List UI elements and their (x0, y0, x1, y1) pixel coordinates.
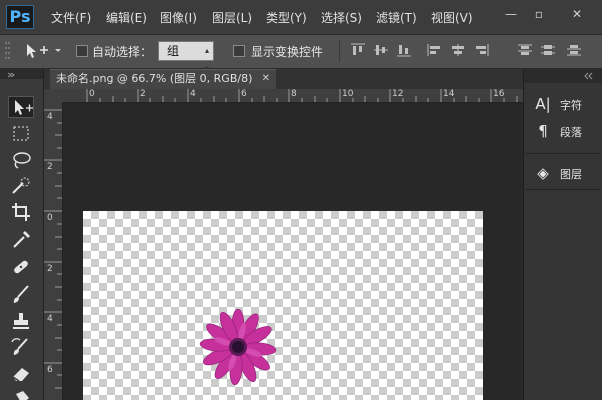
flower-image[interactable] (196, 308, 282, 393)
ruler-tick-label: 2 (47, 162, 53, 172)
menu-select[interactable]: 选择(S) (321, 9, 362, 26)
ruler-tick-label: 6 (47, 365, 53, 375)
grip-icon (4, 40, 12, 62)
menu-type[interactable]: 类型(Y) (266, 9, 307, 26)
ruler-tick-label: 4 (190, 89, 196, 99)
ruler-tick-label: 10 (342, 89, 354, 99)
menu-view[interactable]: 视图(V) (431, 9, 473, 26)
menu-edit[interactable]: 编辑(E) (106, 9, 147, 26)
panel-layers-label: 图层 (560, 168, 582, 181)
panel-separator (526, 153, 600, 154)
options-divider (339, 40, 340, 62)
tab-close-icon[interactable]: ✕ (262, 70, 270, 88)
auto-select-dropdown[interactable]: 组 ▴▾ (158, 41, 214, 73)
menu-layer[interactable]: 图层(L) (212, 9, 252, 26)
distribute-top-icon[interactable] (517, 43, 533, 57)
healing-brush-tool-icon[interactable] (8, 256, 34, 278)
distribute-vertical-center-icon[interactable] (540, 43, 556, 57)
document-canvas[interactable] (83, 211, 483, 400)
auto-select-value: 组 (167, 44, 180, 58)
quick-selection-tool-icon[interactable] (8, 175, 34, 197)
ruler-tick-label: 8 (291, 89, 297, 99)
close-button[interactable]: ✕ (566, 6, 588, 22)
show-transform-label: 显示变换控件 (251, 45, 324, 59)
panel-dock-header (524, 69, 602, 83)
panel-dock (523, 69, 602, 400)
horizontal-ruler: 0 2 4 6 8 10 12 14 16 (62, 89, 523, 103)
align-right-icon[interactable] (473, 43, 489, 57)
menu-image[interactable]: 图像(I) (160, 9, 197, 26)
app-logo: Ps (6, 5, 34, 29)
menu-file[interactable]: 文件(F) (51, 9, 91, 26)
paragraph-icon: ¶ (538, 122, 548, 140)
layers-icon: ◈ (537, 164, 549, 182)
panel-separator (526, 189, 600, 190)
ruler-tick-label: 6 (241, 89, 247, 99)
paint-bucket-tool-icon[interactable] (8, 388, 34, 400)
character-icon: A| (535, 95, 551, 113)
auto-select-label: 自动选择： (92, 45, 153, 59)
panel-character[interactable]: A| 字符 (530, 93, 598, 115)
ruler-tick-label: 12 (392, 89, 404, 99)
ruler-tick-label: 0 (89, 89, 95, 99)
ruler-tick-label: 4 (47, 314, 53, 324)
ruler-tick-label: 2 (140, 89, 146, 99)
panel-paragraph-label: 段落 (560, 126, 582, 139)
align-horizontal-center-icon[interactable] (450, 43, 466, 57)
align-bottom-icon[interactable] (396, 43, 412, 57)
document-tab[interactable]: 未命名.png @ 66.7% (图层 0, RGB/8) ✕ (50, 69, 276, 89)
brush-tool-icon[interactable] (8, 283, 34, 305)
ruler-corner (44, 89, 62, 102)
move-tool-icon[interactable] (8, 96, 34, 118)
ruler-tick-label: 2 (47, 264, 53, 274)
vertical-ruler: 4 2 0 2 4 6 (44, 102, 63, 400)
tools-panel-header (0, 69, 43, 79)
ruler-tick-label: 14 (443, 89, 455, 99)
panel-character-label: 字符 (560, 99, 582, 112)
align-vertical-center-icon[interactable] (373, 43, 389, 57)
clone-stamp-tool-icon[interactable] (8, 310, 34, 332)
document-tab-title: 未命名.png @ 66.7% (图层 0, RGB/8) (56, 72, 253, 85)
minimize-button[interactable]: — (500, 6, 522, 22)
history-brush-tool-icon[interactable] (8, 336, 34, 358)
ruler-tick-label: 16 (493, 89, 505, 99)
auto-select-checkbox[interactable] (76, 45, 88, 57)
ruler-tick-label: 4 (47, 112, 53, 122)
eyedropper-tool-icon[interactable] (8, 228, 34, 250)
align-left-icon[interactable] (427, 43, 443, 57)
panel-layers[interactable]: ◈ 图层 (530, 162, 598, 184)
lasso-tool-icon[interactable] (8, 149, 34, 171)
eraser-tool-icon[interactable] (8, 362, 34, 384)
marquee-tool-icon[interactable] (8, 123, 34, 145)
crop-tool-icon[interactable] (8, 201, 34, 223)
maximize-button[interactable]: ▫ (528, 6, 550, 22)
menu-filter[interactable]: 滤镜(T) (376, 9, 417, 26)
ruler-tick-label: 0 (47, 213, 53, 223)
show-transform-checkbox[interactable] (233, 45, 245, 57)
distribute-bottom-icon[interactable] (566, 43, 582, 57)
panel-paragraph[interactable]: ¶ 段落 (530, 120, 598, 142)
align-top-icon[interactable] (350, 43, 366, 57)
move-tool-preset-icon[interactable] (24, 41, 64, 61)
